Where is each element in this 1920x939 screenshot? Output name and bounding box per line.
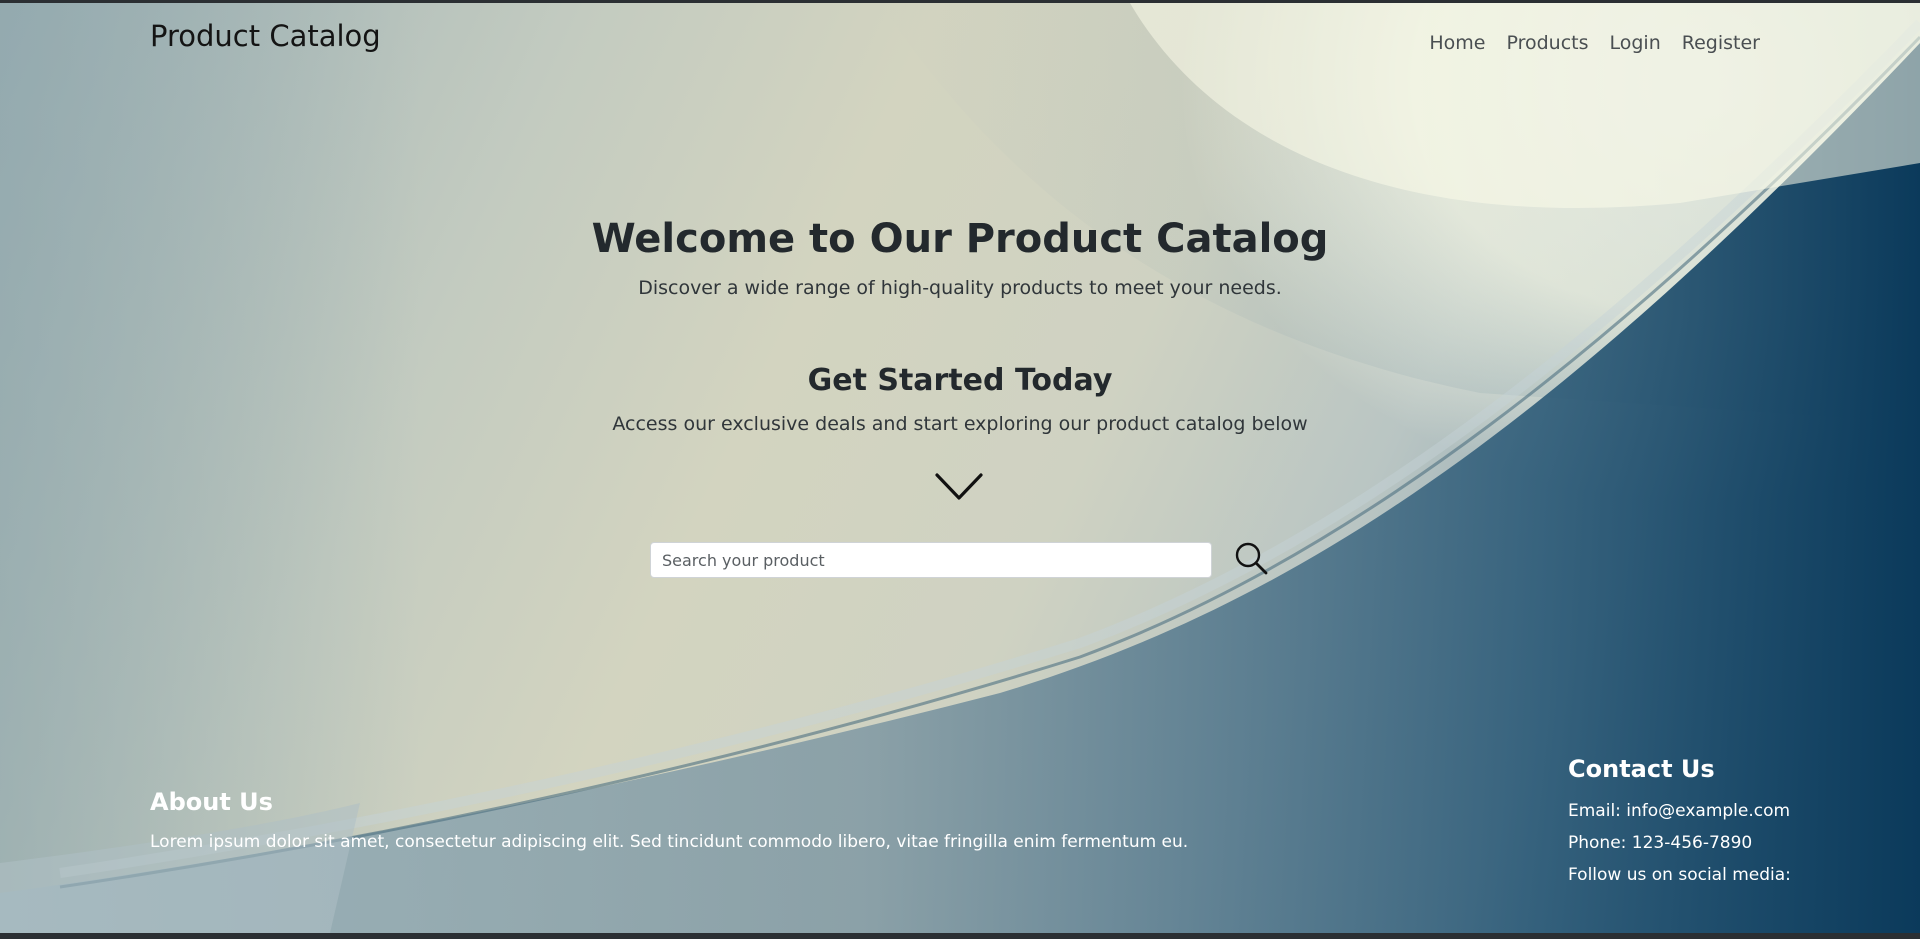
nav-login-link[interactable]: Login xyxy=(1610,32,1661,54)
contact-section: Contact Us Email: info@example.com Phone… xyxy=(1568,755,1791,891)
contact-phone: Phone: 123-456-7890 xyxy=(1568,833,1753,853)
site-brand[interactable]: Product Catalog xyxy=(150,19,381,53)
nav-register-link[interactable]: Register xyxy=(1682,32,1760,54)
nav-home-link[interactable]: Home xyxy=(1429,32,1485,54)
hero-title: Welcome to Our Product Catalog xyxy=(591,216,1329,262)
search-icon[interactable] xyxy=(1233,540,1271,578)
hero-subtitle: Discover a wide range of high-quality pr… xyxy=(638,277,1282,299)
main-nav: Home Products Login Register xyxy=(1429,32,1760,54)
page-background: Product Catalog Home Products Login Regi… xyxy=(0,3,1920,933)
about-text: Lorem ipsum dolor sit amet, consectetur … xyxy=(150,832,1189,852)
about-title: About Us xyxy=(150,788,273,816)
contact-title: Contact Us xyxy=(1568,755,1715,783)
cta-subtitle: Access our exclusive deals and start exp… xyxy=(612,413,1308,435)
contact-social: Follow us on social media: xyxy=(1568,865,1791,885)
nav-products-link[interactable]: Products xyxy=(1506,32,1588,54)
window-bottom-bar xyxy=(0,933,1920,939)
contact-email: Email: info@example.com xyxy=(1568,801,1791,821)
cta-title: Get Started Today xyxy=(807,363,1113,398)
search-bar xyxy=(650,542,1268,578)
chevron-down-icon[interactable] xyxy=(934,471,984,503)
search-input[interactable] xyxy=(650,542,1212,578)
